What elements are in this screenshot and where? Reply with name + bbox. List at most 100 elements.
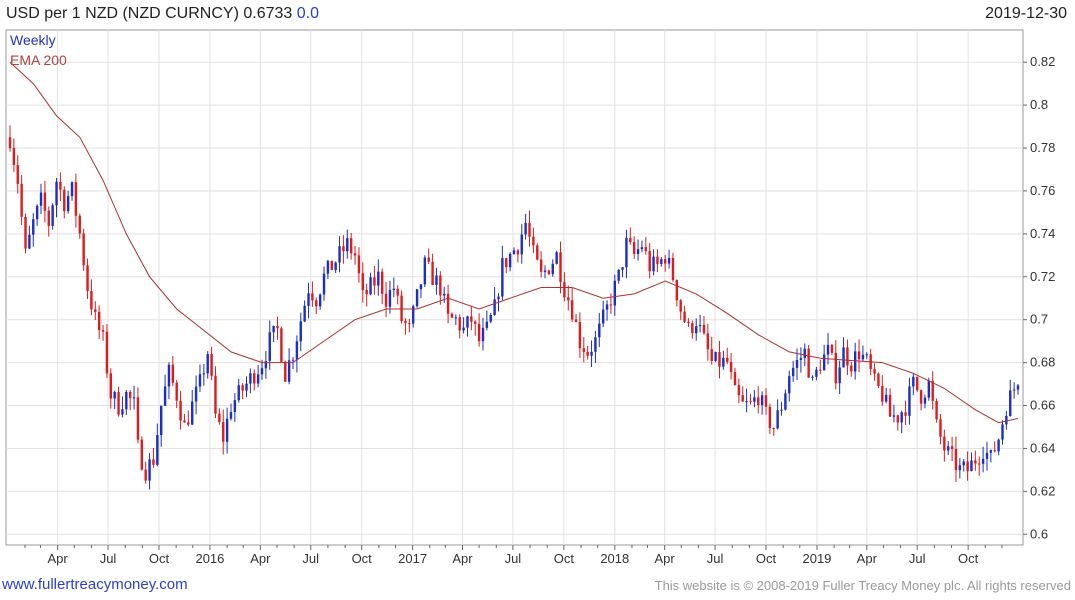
down-candle (152, 459, 155, 465)
down-candle (144, 469, 147, 481)
down-candle (187, 422, 190, 425)
down-candle (97, 311, 101, 331)
up-candle (32, 219, 35, 235)
up-candle (346, 238, 349, 252)
up-candle (760, 395, 764, 406)
down-candle (966, 461, 969, 472)
up-candle (229, 411, 233, 419)
up-candle (202, 373, 206, 375)
down-candle (683, 311, 686, 322)
up-candle (621, 267, 624, 270)
up-candle (927, 380, 931, 398)
down-candle (404, 321, 407, 324)
x-tick-label: Apr (250, 551, 271, 566)
down-candle (733, 372, 737, 386)
y-tick-label: 0.76 (1030, 183, 1055, 198)
down-candle (458, 317, 461, 331)
up-candle (160, 405, 163, 436)
down-candle (82, 233, 85, 266)
legend-weekly: Weekly (10, 32, 56, 48)
down-candle (629, 237, 632, 243)
up-candle (865, 354, 868, 356)
down-candle (757, 397, 760, 406)
up-candle (198, 374, 202, 387)
site-link[interactable]: www.fullertreacymoney.com (2, 576, 188, 593)
up-candle (113, 392, 116, 399)
x-tick-label: Apr (655, 551, 676, 566)
up-candle (299, 321, 302, 342)
up-candle (334, 262, 337, 271)
down-candle (648, 250, 651, 272)
down-candle (175, 382, 178, 401)
down-candle (516, 250, 520, 255)
down-candle (916, 376, 919, 391)
down-candle (819, 369, 822, 371)
up-candle (803, 348, 806, 359)
down-candle (726, 357, 729, 362)
x-tick-label: Jul (302, 551, 319, 566)
down-candle (400, 295, 403, 322)
up-candle (1016, 385, 1020, 390)
x-tick-label: 2016 (195, 551, 224, 566)
down-candle (311, 293, 314, 301)
copyright-text: This website is © 2008-2019 Fuller Treac… (654, 578, 1071, 593)
up-candle (388, 289, 392, 307)
down-candle (253, 373, 256, 384)
down-candle (128, 391, 132, 399)
up-candle (617, 269, 620, 281)
up-candle (958, 465, 962, 471)
up-candle (853, 351, 857, 372)
down-candle (183, 420, 186, 423)
up-candle (377, 271, 380, 286)
up-candle (70, 182, 74, 197)
down-candle (749, 401, 752, 403)
up-candle (322, 273, 326, 295)
down-candle (950, 446, 954, 450)
up-candle (326, 260, 330, 274)
up-candle (784, 393, 787, 410)
down-candle (105, 331, 109, 374)
up-candle (485, 321, 489, 328)
up-candle (625, 237, 628, 268)
down-candle (547, 270, 551, 275)
x-tick-label: Apr (48, 551, 69, 566)
up-candle (543, 270, 547, 272)
up-candle (318, 294, 322, 307)
x-tick-label: Oct (958, 551, 979, 566)
x-tick-label: Apr (452, 551, 473, 566)
down-candle (140, 439, 144, 470)
down-candle (284, 361, 287, 382)
up-candle (148, 459, 151, 481)
down-candle (8, 137, 12, 149)
up-candle (594, 337, 597, 352)
up-candle (369, 277, 372, 295)
y-tick-label: 0.82 (1030, 54, 1055, 69)
up-candle (489, 314, 492, 322)
down-candle (539, 259, 543, 272)
down-candle (609, 304, 613, 306)
up-candle (970, 460, 973, 472)
up-candle (508, 254, 512, 268)
up-candle (900, 412, 903, 423)
down-candle (384, 293, 388, 307)
up-candle (287, 360, 291, 382)
down-candle (218, 413, 221, 423)
up-candle (667, 258, 671, 264)
up-candle (695, 326, 698, 334)
up-candle (338, 246, 341, 263)
up-candle (815, 369, 818, 377)
up-candle (419, 284, 423, 290)
up-candle (225, 418, 229, 442)
up-candle (838, 367, 841, 384)
down-candle (63, 189, 66, 212)
down-candle (210, 354, 213, 376)
x-tick-label: 2019 (802, 551, 831, 566)
down-candle (881, 385, 884, 402)
down-candle (446, 293, 450, 314)
up-candle (237, 385, 240, 401)
x-tick-label: Oct (554, 551, 575, 566)
down-candle (718, 351, 721, 367)
down-candle (536, 245, 539, 260)
y-tick-label: 0.64 (1030, 440, 1055, 455)
y-tick-label: 0.6 (1030, 526, 1048, 541)
